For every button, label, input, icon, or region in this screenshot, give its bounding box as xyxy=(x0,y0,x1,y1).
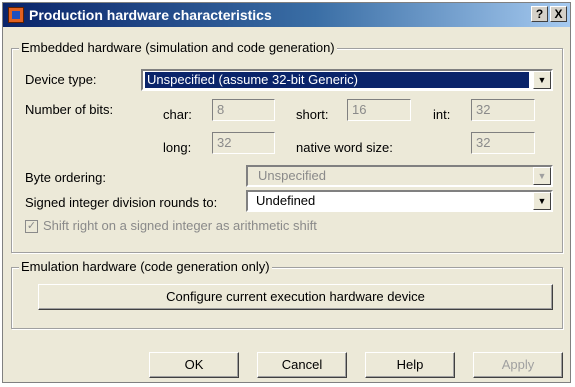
native-word-size-field[interactable]: 32 xyxy=(471,132,535,154)
byte-ordering-value: Unspecified xyxy=(258,168,326,183)
close-button[interactable]: X xyxy=(550,6,567,22)
embedded-hardware-legend: Embedded hardware (simulation and code g… xyxy=(19,40,337,55)
short-label: short: xyxy=(296,107,329,122)
number-of-bits-label: Number of bits: xyxy=(25,102,114,117)
char-bits-field[interactable]: 8 xyxy=(212,99,275,121)
device-type-value: Unspecified (assume 32-bit Generic) xyxy=(144,71,530,89)
char-label: char: xyxy=(163,107,192,122)
native-word-size-label: native word size: xyxy=(296,140,393,155)
emulation-hardware-legend: Emulation hardware (code generation only… xyxy=(19,259,272,274)
window-title: Production hardware characteristics xyxy=(29,7,272,23)
app-icon xyxy=(8,7,24,23)
int-label: int: xyxy=(433,107,451,122)
chevron-down-icon[interactable]: ▼ xyxy=(533,192,551,210)
title-bar[interactable]: Production hardware characteristics ? X xyxy=(3,3,570,27)
byte-ordering-label: Byte ordering: xyxy=(25,170,106,185)
division-rounding-label: Signed integer division rounds to: xyxy=(25,195,218,210)
configure-execution-hardware-button[interactable]: Configure current execution hardware dev… xyxy=(38,284,553,310)
arithmetic-shift-checkbox[interactable]: ✓ xyxy=(25,220,38,233)
ok-button[interactable]: OK xyxy=(149,352,239,378)
apply-button[interactable]: Apply xyxy=(473,352,563,378)
device-type-label: Device type: xyxy=(25,72,97,87)
arithmetic-shift-label: Shift right on a signed integer as arith… xyxy=(43,218,317,233)
chevron-down-icon[interactable]: ▼ xyxy=(533,71,551,89)
long-bits-field[interactable]: 32 xyxy=(212,132,275,154)
dialog-window: Production hardware characteristics ? X … xyxy=(2,2,571,383)
cancel-button[interactable]: Cancel xyxy=(257,352,347,378)
division-rounding-value: Undefined xyxy=(256,193,316,208)
short-bits-field[interactable]: 16 xyxy=(347,99,411,121)
help-button[interactable]: Help xyxy=(365,352,455,378)
chevron-down-icon[interactable]: ▼ xyxy=(533,167,551,185)
long-label: long: xyxy=(163,140,192,155)
device-type-select[interactable]: Unspecified (assume 32-bit Generic) ▼ xyxy=(141,69,553,91)
byte-ordering-select[interactable]: Unspecified ▼ xyxy=(246,165,553,187)
int-bits-field[interactable]: 32 xyxy=(471,99,535,121)
division-rounding-select[interactable]: Undefined ▼ xyxy=(246,190,553,212)
help-title-button[interactable]: ? xyxy=(531,6,548,22)
